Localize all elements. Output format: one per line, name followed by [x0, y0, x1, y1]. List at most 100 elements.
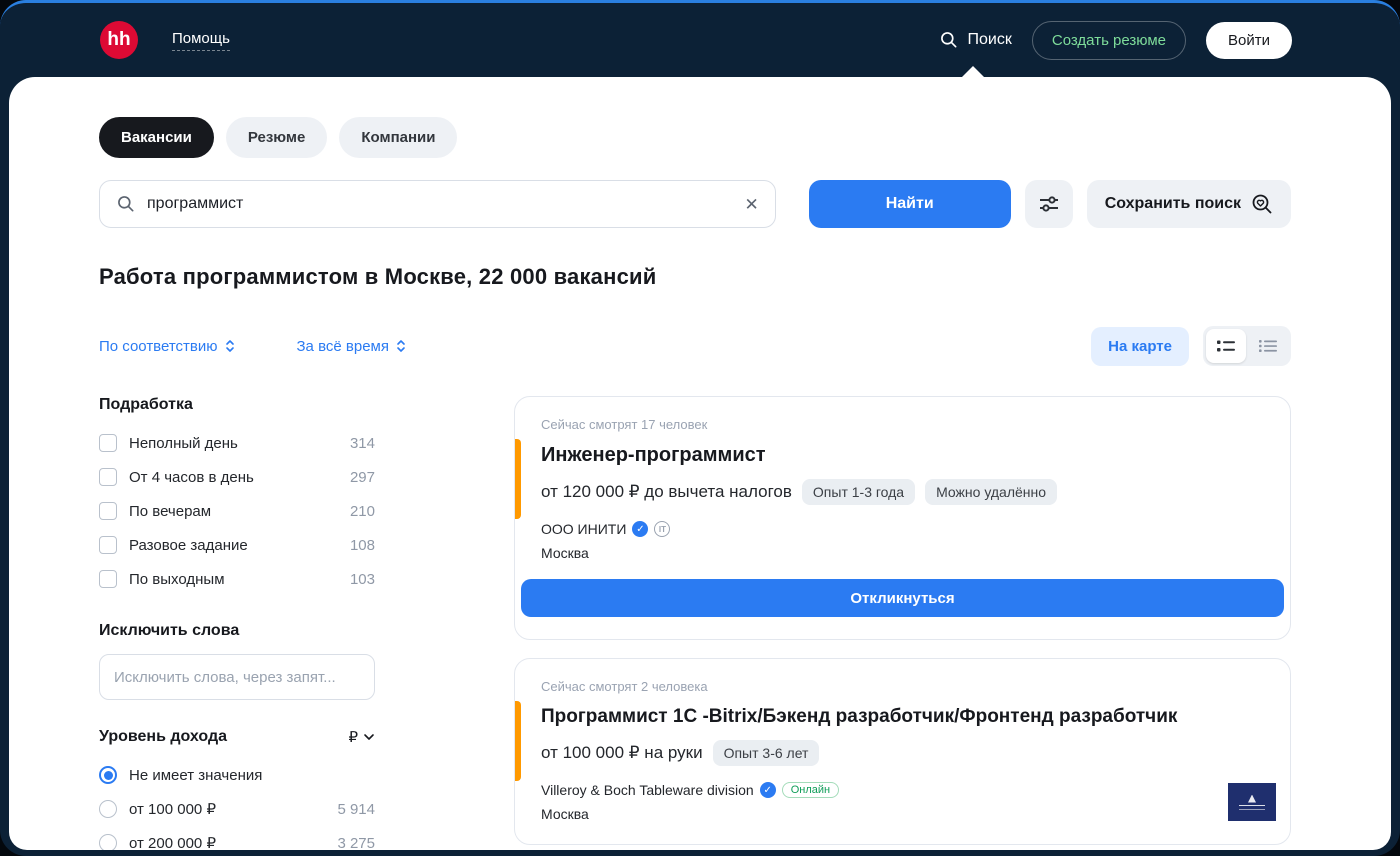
viewers-count: Сейчас смотрят 17 человек [541, 417, 708, 432]
header-search-label: Поиск [967, 31, 1012, 48]
remote-tag: Можно удалённо [925, 479, 1058, 505]
app-window: hh Помощь Поиск Создать резюме Войти Вак… [0, 0, 1400, 856]
header-search-button[interactable]: Поиск [939, 30, 1012, 50]
filter-count: 297 [349, 468, 375, 486]
clear-search-icon[interactable]: ✕ [744, 196, 758, 213]
filter-label: От 4 часов в день [129, 468, 254, 486]
radio-icon [99, 834, 117, 850]
login-button[interactable]: Войти [1206, 21, 1292, 59]
view-toggle [1203, 326, 1291, 366]
filter-option-row[interactable]: По выходным 103 [99, 562, 375, 596]
hh-logo[interactable]: hh [100, 21, 138, 59]
exclude-words-input[interactable] [99, 654, 375, 700]
income-option-row[interactable]: от 100 000 ₽ 5 914 [99, 792, 375, 826]
filter-count: 314 [349, 434, 375, 452]
viewers-count: Сейчас смотрят 2 человека [541, 679, 708, 694]
filter-count: 3 275 [337, 834, 375, 851]
checkbox-icon [99, 502, 117, 520]
vacancy-salary: от 120 000 ₽ до вычета налогов [541, 482, 792, 501]
filter-option-row[interactable]: Разовое задание 108 [99, 528, 375, 562]
logo-emblem [1248, 794, 1256, 803]
highlight-accent-bar [515, 439, 521, 519]
filter-label: Разовое задание [129, 536, 248, 554]
parttime-filter-title: Подработка [99, 396, 193, 413]
income-option-row[interactable]: от 200 000 ₽ 3 275 [99, 826, 375, 850]
checkbox-icon [99, 434, 117, 452]
filters-button[interactable] [1024, 180, 1073, 228]
filter-count: 210 [349, 502, 375, 520]
radio-icon [99, 766, 117, 784]
tab-vacancies[interactable]: Вакансии [99, 117, 214, 158]
income-filter-title: Уровень дохода [99, 728, 228, 745]
heart-magnifier-icon [1251, 193, 1273, 215]
vacancy-salary: от 100 000 ₽ на руки [541, 743, 703, 762]
search-type-tabs: Вакансии Резюме Компании [99, 117, 1291, 158]
search-input[interactable] [147, 195, 734, 213]
sort-relevance-link[interactable]: По соответствию [99, 338, 235, 355]
filter-label: от 100 000 ₽ [129, 801, 216, 818]
exclude-words-title: Исключить слова [99, 622, 240, 639]
filter-option-row[interactable]: От 4 часов в день 297 [99, 460, 375, 494]
sort-row: По соответствию За всё время На карте [99, 326, 1291, 366]
chevron-down-icon [363, 733, 375, 741]
vacancy-title-link[interactable]: Программист 1С -Bitrix/Бэкенд разработчи… [541, 706, 1264, 728]
search-box: ✕ [99, 180, 776, 228]
sort-period-label: За всё время [296, 337, 389, 355]
checkbox-icon [99, 536, 117, 554]
top-nav: hh Помощь Поиск Создать резюме Войти [0, 3, 1400, 77]
online-badge: Онлайн [781, 782, 840, 798]
save-search-button[interactable]: Сохранить поиск [1086, 180, 1291, 228]
create-resume-button[interactable]: Создать резюме [1031, 20, 1187, 60]
filter-label: Не имеет значения [129, 766, 263, 784]
page-title: Работа программистом в Москве, 22 000 ва… [99, 264, 657, 289]
filter-label: По вечерам [129, 502, 212, 520]
currency-select[interactable]: ₽ [348, 728, 375, 746]
help-link[interactable]: Помощь [172, 30, 230, 51]
filter-label: Неполный день [129, 434, 238, 452]
filter-option-row[interactable]: По вечерам 210 [99, 494, 375, 528]
save-search-label: Сохранить поиск [1104, 195, 1241, 212]
company-link[interactable]: Villeroy & Boch Tableware division [541, 782, 754, 798]
vacancy-card: Сейчас смотрят 2 человека Программист 1С… [514, 658, 1291, 845]
filters-sidebar: Подработка Неполный день 314 От 4 часов … [99, 396, 375, 850]
income-option-row[interactable]: Не имеет значения [99, 758, 375, 792]
company-link[interactable]: ООО ИНИТИ [541, 521, 626, 537]
list-compact-icon [1259, 339, 1277, 353]
checkbox-icon [99, 468, 117, 486]
experience-tag: Опыт 3-6 лет [712, 740, 820, 766]
vacancy-card: Сейчас смотрят 17 человек Инженер-програ… [514, 396, 1291, 640]
filter-count: 5 914 [337, 800, 375, 818]
vacancy-list: Сейчас смотрят 17 человек Инженер-програ… [514, 396, 1291, 850]
highlight-accent-bar [515, 701, 521, 781]
view-list-detailed-button[interactable] [1206, 329, 1246, 363]
filter-count: 103 [349, 570, 375, 588]
apply-button[interactable]: Откликнуться [521, 579, 1284, 617]
chevrons-up-down-icon [225, 339, 235, 353]
list-detailed-icon [1217, 339, 1235, 353]
tab-companies[interactable]: Компании [339, 117, 458, 158]
vacancy-city: Москва [541, 545, 589, 561]
experience-tag: Опыт 1-3 года [801, 479, 916, 505]
search-row: ✕ Найти Сохранить поиск [99, 180, 1291, 228]
find-button[interactable]: Найти [808, 180, 1011, 228]
sort-relevance-label: По соответствию [99, 337, 218, 355]
filter-option-row[interactable]: Неполный день 314 [99, 426, 375, 460]
tab-resume[interactable]: Резюме [225, 117, 328, 158]
view-list-compact-button[interactable] [1248, 329, 1288, 363]
on-map-button[interactable]: На карте [1091, 326, 1189, 366]
sliders-icon [1039, 194, 1059, 214]
search-icon [939, 30, 959, 50]
vacancy-city: Москва [541, 806, 589, 822]
filter-label: По выходным [129, 570, 225, 588]
search-icon [116, 194, 136, 214]
checkbox-icon [99, 570, 117, 588]
filter-label: от 200 000 ₽ [129, 835, 216, 850]
currency-label: ₽ [348, 729, 358, 746]
radio-icon [99, 800, 117, 818]
sort-period-link[interactable]: За всё время [297, 338, 406, 355]
it-accreditation-icon: IT [654, 521, 671, 537]
chevrons-up-down-icon [396, 339, 406, 353]
villeroy-boch-logo[interactable] [1228, 783, 1276, 821]
vacancy-title-link[interactable]: Инженер-программист [541, 444, 1264, 467]
header-caret [961, 66, 985, 78]
